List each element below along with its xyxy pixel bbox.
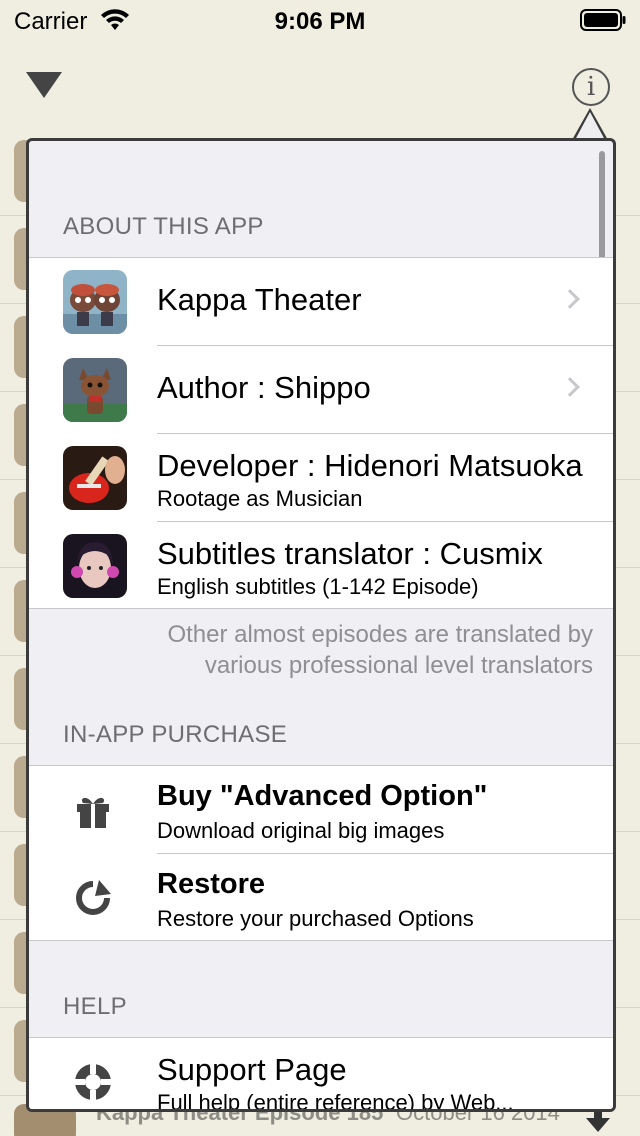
section-header-iap: IN-APP PURCHASE: [63, 721, 288, 748]
cell-kappa-theater[interactable]: Kappa Theater: [29, 258, 613, 346]
cell-title: Subtitles translator : Cusmix: [157, 536, 543, 571]
section-header-help: HELP: [63, 993, 127, 1020]
red-guitar-thumbnail: [63, 446, 127, 510]
iap-group: Buy "Advanced Option" Download original …: [29, 765, 613, 941]
kappa-figures-thumbnail: [63, 270, 127, 334]
cell-subtitle: English subtitles (1-142 Episode): [157, 574, 479, 599]
cell-restore[interactable]: Restore Restore your purchased Options: [29, 854, 613, 942]
cell-title: Kappa Theater: [157, 282, 362, 317]
cell-subtitle: Full help (entire reference) by Web...: [157, 1090, 514, 1112]
footer-line: Other almost episodes are translated by: [167, 621, 593, 648]
cell-title: Author : Shippo: [157, 370, 371, 405]
info-icon[interactable]: i: [572, 68, 610, 106]
status-bar: Carrier 9:06 PM: [0, 0, 640, 40]
cell-title: Restore: [157, 868, 265, 900]
help-group: Support Page Full help (entire reference…: [29, 1037, 613, 1112]
status-time: 9:06 PM: [274, 8, 366, 35]
section-header-about: ABOUT THIS APP: [63, 213, 264, 240]
popover-arrow-fill: [575, 112, 605, 140]
cell-translator: Subtitles translator : Cusmix English su…: [29, 522, 613, 610]
brown-fox-figure-thumbnail: [63, 358, 127, 422]
cell-author[interactable]: Author : Shippo: [29, 346, 613, 434]
translators-footer-note: Other almost episodes are translated by …: [59, 619, 593, 681]
cell-subtitle: Restore your purchased Options: [157, 906, 474, 931]
cell-title: Support Page: [157, 1052, 347, 1087]
footer-line: various professional level translators: [204, 652, 593, 679]
about-popover: ABOUT THIS APP Kappa Theater Author: Sh…: [26, 138, 616, 1112]
dropdown-triangle-icon[interactable]: [26, 72, 62, 100]
person-with-headphones-thumbnail: [63, 534, 127, 598]
cell-subtitle: Rootage as Musician: [157, 486, 363, 511]
navigation-bar: [0, 40, 640, 128]
cell-developer: Developer : Hidenori Matsuoka Rootage as…: [29, 434, 613, 522]
cell-buy-advanced-option[interactable]: Buy "Advanced Option" Download original …: [29, 766, 613, 854]
cell-subtitle: Download original big images: [157, 818, 445, 843]
about-group: Kappa Theater Author : Shippo Developer …: [29, 257, 613, 609]
chevron-right-icon: [560, 377, 580, 397]
chevron-right-icon: [560, 289, 580, 309]
gift-icon: [77, 797, 109, 828]
cell-support-page[interactable]: Support Page Full help (entire reference…: [29, 1038, 613, 1112]
cell-title: Developer : Hidenori Matsuoka: [157, 448, 583, 483]
battery-icon: [580, 9, 626, 31]
cell-title: Buy "Advanced Option": [157, 780, 488, 812]
restore-icon: [76, 880, 111, 915]
lifebuoy-icon: [75, 1064, 111, 1100]
